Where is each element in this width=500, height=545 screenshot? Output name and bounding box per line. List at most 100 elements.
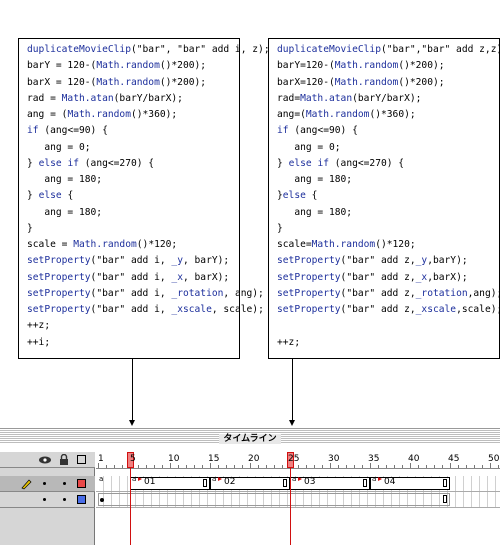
keyframe-end bbox=[283, 479, 287, 487]
layer-header bbox=[0, 452, 95, 468]
playhead-line bbox=[130, 468, 131, 545]
code-text: ("bar","bar" add z,z); bbox=[380, 44, 500, 55]
timeline-titlebar[interactable]: タイムライン bbox=[0, 428, 500, 444]
frames-row-2[interactable] bbox=[96, 492, 500, 508]
frame-label: 03 bbox=[304, 477, 316, 487]
code-text: ang = 180; bbox=[27, 207, 103, 218]
static-frames-span[interactable] bbox=[98, 493, 450, 506]
ruler-tick bbox=[114, 465, 115, 468]
layer-color-swatch[interactable] bbox=[77, 495, 86, 504]
code-text: (ang<=270) { bbox=[329, 158, 405, 169]
keyframe-span[interactable] bbox=[290, 477, 370, 490]
code-text: rad= bbox=[277, 93, 301, 104]
ruler-number: 1 bbox=[98, 454, 104, 464]
frame-label-flag-icon bbox=[378, 477, 382, 481]
keyframe-span[interactable] bbox=[210, 477, 290, 490]
playhead-line bbox=[290, 468, 291, 545]
code-line: if (ang<=90) { bbox=[27, 123, 108, 139]
ruler-tick bbox=[322, 465, 323, 468]
ruler-tick bbox=[226, 465, 227, 468]
code-line: ang = 180; bbox=[277, 205, 352, 221]
keyframe-end bbox=[203, 479, 207, 487]
ruler-tick bbox=[418, 465, 419, 468]
frame-label-flag-icon bbox=[218, 477, 222, 481]
code-line: rad = Math.atan(barY/barX); bbox=[27, 91, 183, 107]
code-text: barX=120-( bbox=[277, 77, 335, 88]
action-script-panel-right: duplicateMovieClip("bar","bar" add z,z);… bbox=[268, 38, 500, 359]
code-keyword: setProperty bbox=[277, 304, 341, 315]
code-keyword: _x bbox=[171, 272, 183, 283]
ruler-tick bbox=[298, 465, 299, 468]
ruler-tick bbox=[162, 465, 163, 468]
ruler-tick bbox=[258, 465, 259, 468]
code-text: ("bar" add z, bbox=[340, 304, 416, 315]
frames-empty-area bbox=[96, 508, 500, 545]
code-line: setProperty("bar" add z,_rotation,ang); bbox=[277, 286, 500, 302]
code-text: } bbox=[27, 190, 39, 201]
layer-list bbox=[0, 452, 95, 545]
code-keyword: setProperty bbox=[27, 272, 91, 283]
ruler-tick bbox=[146, 465, 147, 468]
ruler-tick bbox=[482, 465, 483, 468]
code-keyword: Math.random bbox=[311, 239, 376, 250]
ruler-number: 50 bbox=[488, 454, 500, 464]
pencil-icon bbox=[21, 479, 32, 490]
timeline-panel: タイムライン 1 5 10 15 20 25 30 35 40 45 50 a 01 a 02 a 0 bbox=[0, 428, 500, 545]
eye-icon[interactable] bbox=[38, 455, 52, 465]
code-keyword: Math.random bbox=[67, 109, 131, 120]
code-line: barX = 120-(Math.random()*200); bbox=[27, 75, 206, 91]
code-text: ("bar" add z, bbox=[340, 272, 416, 283]
lock-dot[interactable] bbox=[63, 482, 66, 485]
code-line: setProperty("bar" add z,_x,barX); bbox=[277, 270, 468, 286]
ruler-number: 45 bbox=[448, 454, 460, 464]
visibility-dot[interactable] bbox=[43, 498, 46, 501]
keyframe-span[interactable] bbox=[370, 477, 450, 490]
frame-ruler[interactable]: 1 5 10 15 20 25 30 35 40 45 50 bbox=[96, 452, 500, 469]
code-keyword: setProperty bbox=[27, 255, 91, 266]
ruler-tick bbox=[178, 465, 179, 468]
code-keyword: if bbox=[27, 125, 39, 136]
code-line: scale=Math.random()*120; bbox=[277, 237, 416, 253]
code-keyword: Math.random bbox=[73, 239, 137, 250]
code-line: rad=Math.atan(barY/barX); bbox=[277, 91, 421, 107]
frames-row-1[interactable]: a 01 a 02 a 03 a 04 a bbox=[96, 476, 500, 492]
outline-icon[interactable] bbox=[77, 455, 86, 464]
visibility-dot[interactable] bbox=[43, 482, 46, 485]
ruler-number: 5 bbox=[130, 454, 136, 464]
code-text: barY = 120-( bbox=[27, 60, 97, 71]
ruler-tick bbox=[266, 465, 267, 468]
ruler-tick bbox=[314, 465, 315, 468]
layer-row-1[interactable] bbox=[0, 476, 95, 492]
code-keyword: _xscale bbox=[415, 304, 457, 315]
code-text: ,barY); bbox=[427, 255, 468, 266]
code-line: duplicateMovieClip("bar", "bar" add i, z… bbox=[27, 42, 270, 58]
keyframe-span[interactable] bbox=[130, 477, 210, 490]
ruler-number: 35 bbox=[368, 454, 380, 464]
code-keyword: _y bbox=[171, 255, 183, 266]
code-line: ang = 180; bbox=[277, 172, 352, 188]
action-script-mark: a bbox=[212, 475, 217, 483]
lock-dot[interactable] bbox=[63, 498, 66, 501]
layer-color-swatch[interactable] bbox=[77, 479, 86, 488]
code-line: setProperty("bar" add i, _rotation, ang)… bbox=[27, 286, 264, 302]
code-line: setProperty("bar" add i, _x, barX); bbox=[27, 270, 229, 286]
code-line: ++z; bbox=[277, 335, 300, 351]
ruler-number: 15 bbox=[208, 454, 220, 464]
ruler-tick bbox=[282, 465, 283, 468]
ruler-tick bbox=[202, 465, 203, 468]
code-keyword: else bbox=[282, 190, 306, 201]
code-keyword: Math.atan bbox=[61, 93, 114, 104]
code-line: setProperty("bar" add i, _y, barY); bbox=[27, 253, 229, 269]
ruler-tick bbox=[458, 465, 459, 468]
code-line: ang = 180; bbox=[27, 172, 102, 188]
code-text: { bbox=[305, 190, 318, 201]
lock-icon[interactable] bbox=[59, 454, 69, 466]
code-text: ang = ( bbox=[27, 109, 68, 120]
code-text: ()*360); bbox=[369, 109, 416, 120]
layer-row-2[interactable] bbox=[0, 492, 95, 508]
code-text: } bbox=[27, 158, 39, 169]
ruler-tick bbox=[346, 465, 347, 468]
code-text: , barX); bbox=[182, 272, 230, 283]
code-line: } else if (ang<=270) { bbox=[27, 156, 154, 172]
code-text: ("bar" add z, bbox=[340, 255, 416, 266]
